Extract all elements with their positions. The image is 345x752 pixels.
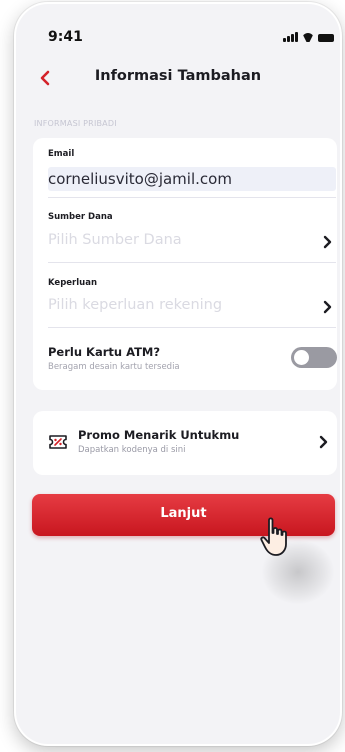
- hand-cursor-icon: [260, 517, 287, 556]
- battery-icon: [318, 34, 334, 42]
- toggle-knob: [294, 350, 309, 365]
- chevron-right-icon: [323, 300, 332, 314]
- signal-icon: [283, 32, 298, 42]
- wifi-icon: [302, 33, 314, 42]
- atm-card-toggle[interactable]: [291, 347, 337, 368]
- chevron-right-icon: [319, 435, 328, 449]
- personal-info-card: Email corneliusvito@jamil.com Sumber Dan…: [33, 138, 337, 390]
- page-title: Informasi Tambahan: [94, 68, 262, 84]
- email-field[interactable]: corneliusvito@jamil.com: [48, 167, 336, 191]
- phone-screen: 9:41 Informasi Tambahan INFORMASI PRIBAD…: [16, 4, 340, 744]
- divider: [48, 327, 336, 328]
- divider: [48, 262, 336, 263]
- chevron-right-icon: [323, 235, 332, 249]
- purpose-label: Keperluan: [48, 278, 97, 288]
- source-of-funds-label: Sumber Dana: [48, 212, 113, 222]
- source-of-funds-placeholder: Pilih Sumber Dana: [48, 232, 182, 248]
- promo-subtitle: Dapatkan kodenya di sini: [78, 445, 186, 455]
- status-time: 9:41: [48, 29, 83, 45]
- promo-ticket-icon: [49, 435, 67, 449]
- source-of-funds-select[interactable]: Pilih Sumber Dana: [48, 229, 336, 259]
- section-label: INFORMASI PRIBADI: [34, 119, 117, 128]
- email-label: Email: [48, 149, 75, 159]
- divider: [48, 197, 336, 198]
- status-icons: [283, 32, 334, 42]
- atm-card-title: Perlu Kartu ATM?: [48, 345, 161, 359]
- promo-title: Promo Menarik Untukmu: [78, 428, 240, 442]
- promo-card[interactable]: Promo Menarik Untukmu Dapatkan kodenya d…: [33, 411, 337, 475]
- purpose-select[interactable]: Pilih keperluan rekening: [48, 294, 336, 324]
- atm-card-subtitle: Beragam desain kartu tersedia: [48, 362, 180, 372]
- purpose-placeholder: Pilih keperluan rekening: [48, 297, 223, 313]
